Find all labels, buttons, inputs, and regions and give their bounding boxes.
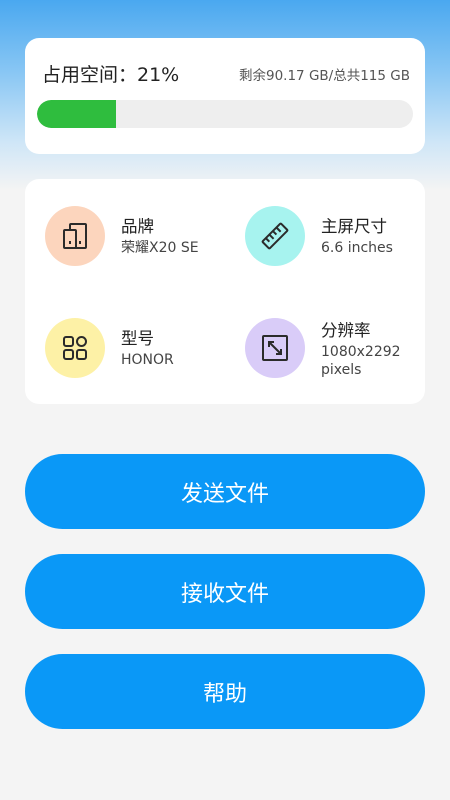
storage-capacity-detail: 剩余90.17 GB/总共115 GB bbox=[239, 68, 410, 84]
phone-icon bbox=[45, 206, 105, 266]
resolution-value-line1: 1080x2292 bbox=[321, 344, 401, 360]
resize-icon bbox=[245, 318, 305, 378]
ruler-icon bbox=[245, 206, 305, 266]
resolution-info: 分辨率 1080x2292 pixels bbox=[245, 318, 401, 379]
model-value: HONOR bbox=[121, 352, 174, 368]
storage-progress-fill bbox=[37, 100, 116, 128]
screen-size-value: 6.6 inches bbox=[321, 240, 393, 256]
brand-info: 品牌 荣耀X20 SE bbox=[45, 206, 199, 266]
send-file-button[interactable]: 发送文件 bbox=[25, 454, 425, 529]
receive-file-button[interactable]: 接收文件 bbox=[25, 554, 425, 629]
storage-card: 占用空间：21% 剩余90.17 GB/总共115 GB bbox=[25, 38, 425, 154]
storage-usage-title: 占用空间：21% bbox=[42, 64, 180, 86]
model-info: 型号 HONOR bbox=[45, 318, 174, 378]
brand-value: 荣耀X20 SE bbox=[121, 240, 199, 256]
model-label: 型号 bbox=[121, 329, 154, 348]
screen-size-label: 主屏尺寸 bbox=[321, 217, 387, 236]
help-button[interactable]: 帮助 bbox=[25, 654, 425, 729]
screen-size-info: 主屏尺寸 6.6 inches bbox=[245, 206, 393, 266]
grid-icon bbox=[45, 318, 105, 378]
brand-label: 品牌 bbox=[121, 217, 154, 236]
device-info-card: 品牌 荣耀X20 SE 主屏尺寸 6.6 inches 型号 HONOR 分辨率… bbox=[25, 179, 425, 404]
storage-progress-bar bbox=[37, 100, 413, 128]
resolution-label: 分辨率 bbox=[321, 321, 371, 340]
resolution-value-line2: pixels bbox=[321, 362, 362, 378]
